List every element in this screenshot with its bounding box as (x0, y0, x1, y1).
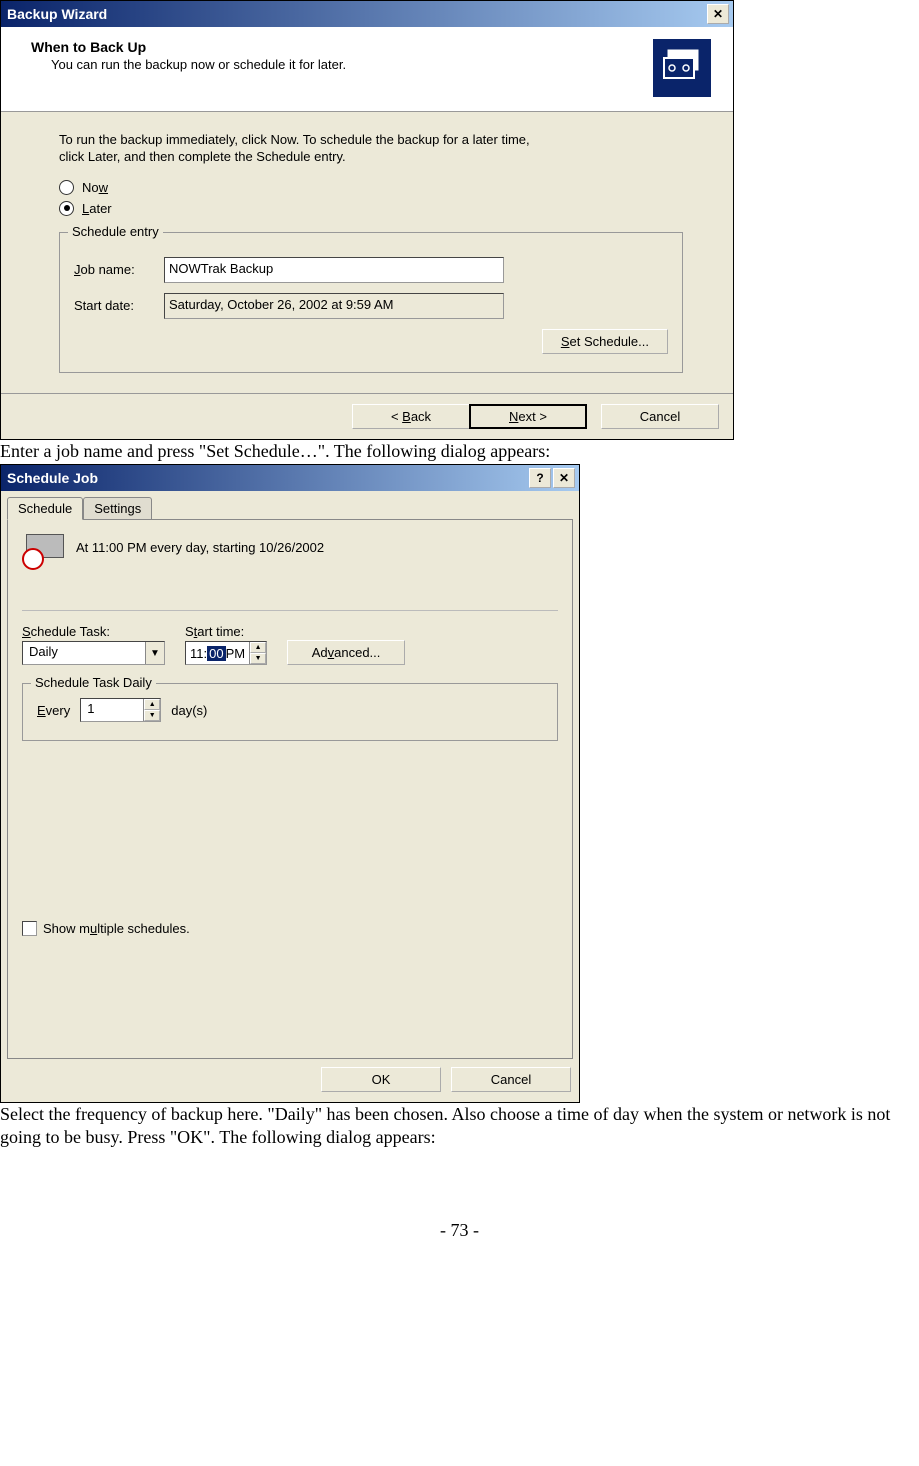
wizard-subheading: You can run the backup now or schedule i… (51, 57, 346, 72)
titlebar: Backup Wizard ✕ (1, 1, 733, 27)
spinner-down-icon[interactable]: ▼ (250, 653, 266, 664)
tab-settings[interactable]: Settings (83, 497, 152, 519)
start-date-label: Start date: (74, 298, 154, 313)
help-icon[interactable]: ? (529, 468, 551, 488)
instruction-text: To run the backup immediately, click Now… (59, 132, 539, 166)
time-spinner[interactable]: ▲ ▼ (249, 642, 266, 664)
chevron-down-icon: ▼ (145, 642, 164, 664)
wizard-heading: When to Back Up (31, 39, 346, 55)
radio-now-label: Now (82, 180, 108, 195)
ok-button[interactable]: OK (321, 1067, 441, 1092)
radio-now[interactable]: Now (59, 180, 683, 195)
next-button[interactable]: Next > (469, 404, 587, 429)
advanced-button[interactable]: Advanced... (287, 640, 405, 665)
schedule-tape-clock-icon (22, 534, 62, 570)
back-button[interactable]: < Back (352, 404, 470, 429)
set-schedule-button[interactable]: Set Schedule... (542, 329, 668, 354)
schedule-entry-group: Schedule entry Job name: NOWTrak Backup … (59, 232, 683, 373)
radio-later-label: Later (82, 201, 112, 216)
days-label: day(s) (171, 703, 207, 718)
tab-schedule[interactable]: Schedule (7, 497, 83, 520)
wizard-body: To run the backup immediately, click Now… (1, 112, 733, 393)
window-title: Backup Wizard (5, 6, 107, 22)
instruction-paragraph-1: Enter a job name and press "Set Schedule… (0, 440, 919, 465)
days-spinner[interactable]: ▲ ▼ (143, 699, 160, 721)
backup-wizard-dialog: Backup Wizard ✕ When to Back Up You can … (0, 0, 734, 440)
backup-tape-icon (653, 39, 711, 97)
radio-icon (59, 201, 74, 216)
schedule-task-label: Schedule Task: (22, 624, 165, 639)
close-icon[interactable]: ✕ (553, 468, 575, 488)
show-multiple-checkbox[interactable]: Show multiple schedules. (22, 921, 558, 936)
job-name-input[interactable]: NOWTrak Backup (164, 257, 504, 283)
wizard-header: When to Back Up You can run the backup n… (1, 27, 733, 112)
checkbox-icon (22, 921, 37, 936)
spinner-up-icon[interactable]: ▲ (250, 642, 266, 653)
cancel-button[interactable]: Cancel (451, 1067, 571, 1092)
start-time-value: 11:00 PM (186, 642, 249, 664)
wizard-footer: < Back Next > Cancel (1, 393, 733, 439)
radio-later[interactable]: Later (59, 201, 683, 216)
schedule-summary-text: At 11:00 PM every day, starting 10/26/20… (76, 534, 324, 555)
every-days-value: 1 (81, 699, 143, 721)
schedule-task-select[interactable]: Daily ▼ (22, 641, 165, 665)
schedule-task-value: Daily (23, 642, 145, 664)
every-label: Every (37, 703, 70, 718)
group-legend: Schedule entry (68, 224, 163, 239)
job-name-label: Job name: (74, 262, 154, 277)
dialog-footer: OK Cancel (1, 1067, 579, 1102)
tab-row: Schedule Settings (1, 491, 579, 519)
spinner-down-icon[interactable]: ▼ (144, 710, 160, 721)
instruction-paragraph-2: Select the frequency of backup here. "Da… (0, 1103, 919, 1150)
every-days-input[interactable]: 1 ▲ ▼ (80, 698, 161, 722)
start-date-input: Saturday, October 26, 2002 at 9:59 AM (164, 293, 504, 319)
start-time-input[interactable]: 11:00 PM ▲ ▼ (185, 641, 267, 665)
start-time-label: Start time: (185, 624, 267, 639)
schedule-task-daily-group: Schedule Task Daily Every 1 ▲ ▼ day(s) (22, 683, 558, 741)
window-title: Schedule Job (5, 470, 98, 486)
page-number: - 73 - (0, 1220, 919, 1247)
divider (22, 610, 558, 611)
radio-icon (59, 180, 74, 195)
close-icon[interactable]: ✕ (707, 4, 729, 24)
schedule-tab-panel: At 11:00 PM every day, starting 10/26/20… (7, 519, 573, 1059)
group-legend: Schedule Task Daily (31, 675, 156, 690)
cancel-button[interactable]: Cancel (601, 404, 719, 429)
spinner-up-icon[interactable]: ▲ (144, 699, 160, 710)
titlebar: Schedule Job ? ✕ (1, 465, 579, 491)
schedule-job-dialog: Schedule Job ? ✕ Schedule Settings At 11… (0, 464, 580, 1103)
show-multiple-label: Show multiple schedules. (43, 921, 190, 936)
